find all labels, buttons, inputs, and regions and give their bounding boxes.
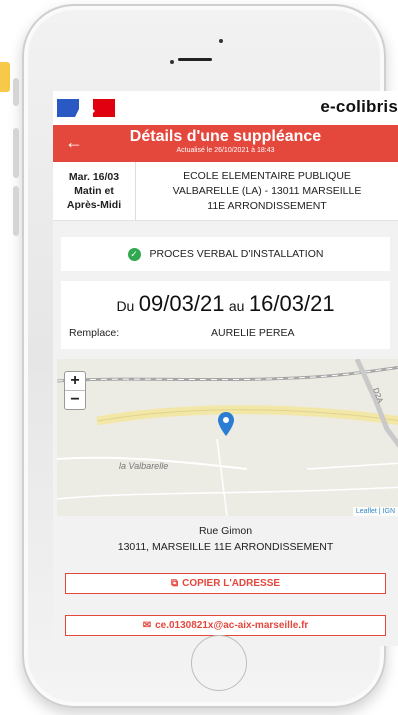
brand-name: e-colibris xyxy=(320,97,398,116)
school-line-3: 11E ARRONDISSEMENT xyxy=(207,199,327,212)
map-marker-icon[interactable] xyxy=(217,411,235,437)
assignment-time-1: Matin et xyxy=(74,185,114,197)
address-block: Rue Gimon 13011, MARSEILLE 11E ARRONDISS… xyxy=(53,523,398,555)
zoom-in-button[interactable]: + xyxy=(65,372,85,390)
copy-address-label: COPIER L'ADRESSE xyxy=(182,578,281,589)
assignment-time-2: Après-Midi xyxy=(66,199,122,211)
period-from-prefix: Du xyxy=(116,298,135,314)
updated-timestamp: Actualisé le 26/10/2021 à 18:43 xyxy=(176,147,275,154)
zoom-out-button[interactable]: − xyxy=(65,390,85,409)
assignment-date: Mar. 16/03 xyxy=(68,171,120,183)
map-attribution[interactable]: Leaflet | IGN xyxy=(352,507,398,516)
address-street: Rue Gimon xyxy=(198,525,253,537)
page-header: ← Détails d'une suppléance Actualisé le … xyxy=(53,125,398,162)
period-card: Du 09/03/21 au 16/03/21 Remplace: AURELI… xyxy=(61,281,390,349)
check-circle-icon: ✓ xyxy=(127,247,141,261)
page-title: Détails d'une suppléance xyxy=(129,128,322,145)
phone-side-button xyxy=(13,78,19,106)
republique-francaise-flag-icon xyxy=(57,99,115,117)
app-screen: e-colibris ← Détails d'une suppléance Ac… xyxy=(53,91,398,646)
address-city: 13011, MARSEILLE 11E ARRONDISSEMENT xyxy=(117,541,334,553)
brand-bar: e-colibris xyxy=(53,91,398,125)
phone-volume-down xyxy=(13,186,19,236)
period-from-date: 09/03/21 xyxy=(138,291,225,316)
period-to-date: 16/03/21 xyxy=(248,291,335,316)
phone-home-button[interactable] xyxy=(191,635,247,691)
email-button[interactable]: ✉ ce.0130821x@ac-aix-marseille.fr xyxy=(65,615,386,636)
school-line-2: VALBARELLE (LA) - 13011 MARSEILLE xyxy=(172,184,362,197)
assignment-row: Mar. 16/03 Matin et Après-Midi ECOLE ELE… xyxy=(53,162,398,221)
map-place-label: la Valbarelle xyxy=(119,461,169,471)
assignment-date-block: Mar. 16/03 Matin et Après-Midi xyxy=(53,162,136,220)
period-to-prefix: au xyxy=(228,298,245,314)
replaces-name: AURELIE PEREA xyxy=(211,327,295,339)
map-tiles: D2A xyxy=(57,359,398,516)
replaces-label: Remplace: xyxy=(69,327,120,339)
phone-earpiece xyxy=(178,58,212,61)
period-line: Du 09/03/21 au 16/03/21 xyxy=(61,291,390,317)
envelope-icon: ✉ xyxy=(142,620,152,631)
copy-address-button[interactable]: ⧉ COPIER L'ADRESSE xyxy=(65,573,386,594)
school-block: ECOLE ELEMENTAIRE PUBLIQUE VALBARELLE (L… xyxy=(136,162,398,220)
map-zoom-control: + − xyxy=(64,371,86,410)
map-view[interactable]: D2A la Valbarelle + − Leaflet | IGN xyxy=(57,359,398,516)
phone-camera-dot xyxy=(170,60,174,64)
yellow-highlight-mark xyxy=(0,62,10,92)
pv-installation-item[interactable]: ✓ PROCES VERBAL D'INSTALLATION xyxy=(61,237,390,271)
school-line-1: ECOLE ELEMENTAIRE PUBLIQUE xyxy=(183,169,351,182)
phone-volume-up xyxy=(13,128,19,178)
phone-sensor-dot xyxy=(219,39,223,43)
copy-icon: ⧉ xyxy=(170,578,179,589)
pv-installation-label: PROCES VERBAL D'INSTALLATION xyxy=(149,248,324,260)
email-address: ce.0130821x@ac-aix-marseille.fr xyxy=(155,620,309,631)
